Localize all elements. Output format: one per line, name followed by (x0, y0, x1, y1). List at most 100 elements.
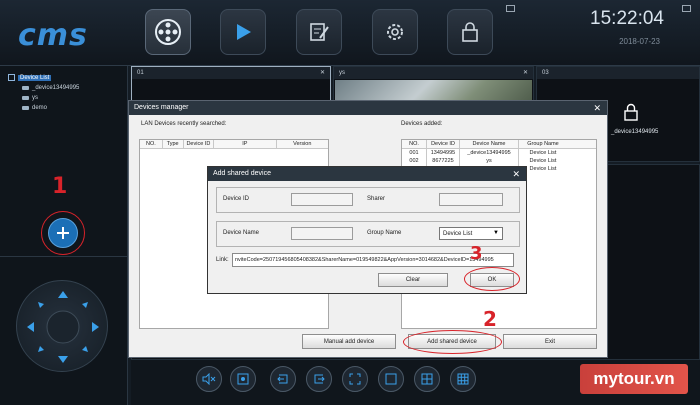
next-button[interactable] (306, 366, 332, 392)
arrow-down-right-icon[interactable] (82, 346, 88, 352)
window-title: Devices manager (134, 104, 189, 111)
tree-item-label: demo (32, 105, 48, 111)
column-header[interactable]: Version (277, 140, 328, 148)
ptz-center-button[interactable] (46, 310, 80, 344)
annotation-ring-2 (403, 330, 502, 354)
expand-icon[interactable] (8, 74, 15, 81)
table-cell: 13494995 (427, 149, 460, 157)
film-reel-icon (155, 19, 181, 45)
table-cell: 001 (402, 149, 427, 157)
lock-button[interactable] (447, 9, 493, 55)
id-group: Device ID Sharer (216, 187, 520, 213)
exit-button[interactable]: Exit (503, 334, 597, 349)
layout-4-button[interactable] (414, 366, 440, 392)
lock-icon (462, 22, 478, 42)
playback-button[interactable] (220, 9, 266, 55)
ptz-control (16, 280, 108, 372)
column-header[interactable]: Device Name (460, 140, 519, 148)
cell-label: ys (339, 70, 345, 76)
watermark: mytour.vn (580, 364, 688, 394)
arrow-down-icon[interactable] (58, 356, 68, 363)
tree-root[interactable]: Device List (8, 74, 52, 81)
tree-item-label: ys (32, 95, 38, 101)
snapshot-button[interactable] (230, 366, 256, 392)
arrow-up-right-icon[interactable] (82, 302, 88, 308)
tree-item[interactable]: _device13494995 (22, 85, 79, 91)
mute-button[interactable] (196, 366, 222, 392)
group-name-select[interactable]: Device List ▼ (439, 227, 503, 240)
devices-manager-title: Devices manager ✕ (129, 101, 607, 115)
speaker-mute-icon (202, 373, 216, 385)
device-id-label: Device ID (223, 196, 250, 202)
column-header[interactable]: Group Name (519, 140, 567, 148)
table-cell: 8677225 (427, 157, 460, 165)
annotation-2: 2 (483, 307, 497, 331)
camera-icon (22, 96, 29, 100)
clock: 15:22:04 (590, 8, 664, 29)
previous-button[interactable] (270, 366, 296, 392)
cell-header: 03 (537, 67, 699, 79)
layout-9-button[interactable] (450, 366, 476, 392)
single-view-icon (385, 373, 397, 385)
sharer-field[interactable] (439, 193, 503, 206)
column-header[interactable]: Type (163, 140, 184, 148)
layout-1-button[interactable] (378, 366, 404, 392)
divider (0, 256, 128, 257)
manual-add-device-button[interactable]: Manual add device (302, 334, 396, 349)
arrow-forward-icon (314, 374, 325, 384)
add-shared-title-bar: Add shared device ✕ (208, 167, 526, 181)
device-name-label: Device Name (223, 230, 260, 236)
device-id-field[interactable] (291, 193, 353, 206)
device-name-field[interactable] (291, 227, 353, 240)
locked-device-label: _device13494995 (611, 129, 659, 135)
cell-header: ys ✕ (334, 67, 533, 79)
column-header[interactable]: Device ID (184, 140, 215, 148)
edit-button[interactable] (296, 9, 342, 55)
add-device-button[interactable] (48, 218, 78, 248)
top-bar: cms 15:22:04 2018-07-23 (0, 0, 700, 66)
chevron-down-icon[interactable]: ▼ (493, 230, 499, 236)
close-icon[interactable]: ✕ (320, 67, 325, 79)
tree-root-label: Device List (18, 74, 52, 81)
close-icon[interactable]: ✕ (512, 167, 520, 181)
arrow-right-icon[interactable] (92, 322, 99, 332)
sharer-label: Sharer (367, 196, 386, 202)
lock-icon (624, 103, 638, 121)
clear-button[interactable]: Clear (378, 273, 448, 287)
gear-icon (387, 24, 403, 40)
edit-icon (310, 23, 329, 41)
arrow-up-icon[interactable] (58, 291, 68, 298)
lan-devices-label: LAN Devices recently searched: (141, 121, 227, 127)
column-header[interactable]: NO. (402, 140, 427, 148)
tree-item[interactable]: ys (22, 95, 38, 101)
close-icon[interactable]: ✕ (593, 101, 601, 115)
column-header[interactable]: NO. (140, 140, 163, 148)
fullscreen-button[interactable] (342, 366, 368, 392)
nine-view-icon (457, 373, 469, 385)
cell-label: 01 (137, 70, 144, 76)
camera-icon (22, 86, 29, 90)
arrow-left-icon[interactable] (27, 322, 34, 332)
ptz-arrows (27, 291, 99, 363)
column-header[interactable]: Device ID (427, 140, 460, 148)
table-row[interactable]: 001 13494995 _device13494995 Device List (402, 149, 596, 157)
camera-icon (22, 106, 29, 110)
table-cell: ys (460, 157, 519, 165)
minimize-icon[interactable] (682, 5, 691, 12)
date: 2018-07-23 (619, 37, 660, 46)
video-view-button[interactable] (145, 9, 191, 55)
settings-button[interactable] (372, 9, 418, 55)
window-icon[interactable] (506, 5, 515, 12)
arrow-back-icon (277, 374, 288, 384)
group-name-label: Group Name (367, 230, 402, 236)
snapshot-icon (237, 373, 249, 385)
group-name-value: Device List (443, 231, 473, 237)
arrow-down-left-icon[interactable] (38, 346, 44, 352)
app-logo: cms (18, 18, 88, 53)
tree-item[interactable]: demo (22, 105, 47, 111)
table-row[interactable]: 002 8677225 ys Device List (402, 157, 596, 165)
arrow-up-left-icon[interactable] (38, 302, 44, 308)
annotation-ring-3 (464, 267, 520, 291)
close-icon[interactable]: ✕ (523, 67, 528, 79)
column-header[interactable]: IP (214, 140, 277, 148)
